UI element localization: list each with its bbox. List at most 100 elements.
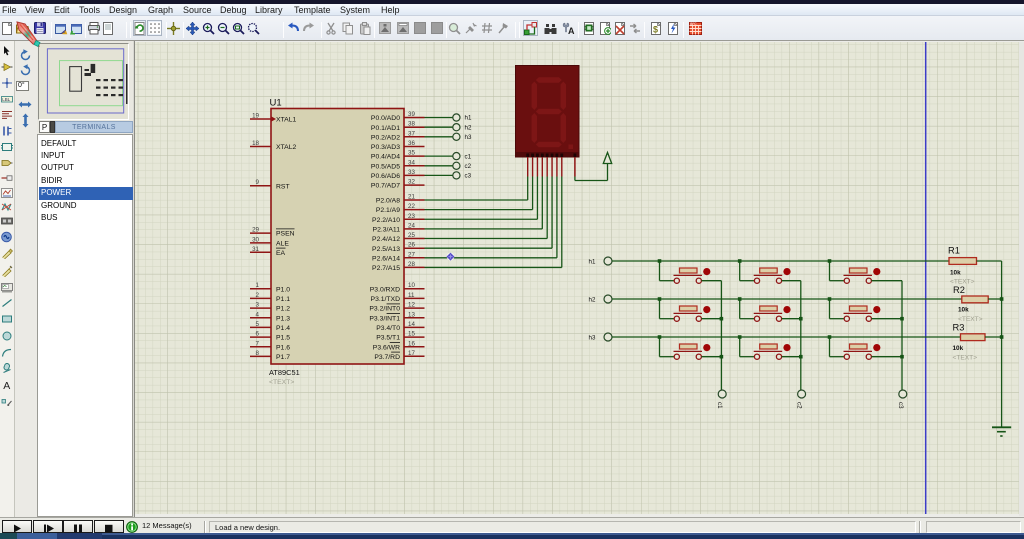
svg-text:RST: RST: [276, 183, 290, 190]
svg-text:P2.7/A15: P2.7/A15: [372, 265, 400, 272]
svg-text:P0.5/AD5: P0.5/AD5: [371, 163, 400, 170]
svg-text:22: 22: [408, 203, 415, 210]
svg-text:ALE: ALE: [276, 241, 289, 248]
svg-text:h2: h2: [465, 124, 472, 131]
svg-text:7: 7: [256, 340, 260, 347]
svg-text:P1.0: P1.0: [276, 286, 290, 293]
svg-text:<TEXT>: <TEXT>: [953, 355, 978, 362]
svg-text:PSEN: PSEN: [276, 231, 295, 238]
svg-text:10k: 10k: [953, 345, 964, 352]
svg-text:12: 12: [408, 302, 415, 309]
svg-text:h3: h3: [465, 134, 472, 141]
svg-text:LBL: LBL: [2, 97, 10, 102]
svg-text:P2.3/A11: P2.3/A11: [373, 227, 401, 234]
svg-text:18: 18: [252, 140, 259, 147]
svg-text:P2.4/A12: P2.4/A12: [372, 236, 400, 243]
svg-text:14: 14: [408, 321, 415, 328]
svg-text:P0.2/AD2: P0.2/AD2: [371, 134, 400, 141]
svg-text:13: 13: [408, 311, 415, 318]
svg-text:A: A: [3, 380, 10, 391]
svg-text:c2: c2: [796, 402, 803, 409]
svg-text:h1: h1: [465, 115, 472, 122]
svg-text:c3: c3: [897, 402, 904, 409]
svg-text:c1: c1: [716, 402, 723, 409]
svg-text:29: 29: [252, 227, 259, 234]
svg-text:2: 2: [256, 292, 260, 299]
svg-text:39: 39: [408, 111, 415, 118]
svg-text:AT89C51: AT89C51: [269, 368, 300, 377]
svg-text:28: 28: [408, 261, 415, 268]
svg-text:26: 26: [408, 242, 415, 249]
svg-text:c3: c3: [465, 173, 472, 180]
svg-text:U1: U1: [270, 98, 282, 109]
svg-text:P3.3/INT1: P3.3/INT1: [369, 315, 400, 322]
svg-text:R2: R2: [953, 285, 965, 295]
svg-text:EA: EA: [276, 250, 286, 257]
svg-text:P2.0/A8: P2.0/A8: [376, 198, 400, 205]
svg-text:P3.0/RXD: P3.0/RXD: [370, 286, 400, 293]
svg-text:35: 35: [408, 150, 415, 157]
svg-text:15: 15: [408, 331, 415, 338]
svg-text:P0.0/AD0: P0.0/AD0: [371, 115, 400, 122]
svg-text:31: 31: [252, 246, 259, 253]
svg-text:32: 32: [408, 179, 415, 186]
svg-text:3: 3: [256, 302, 260, 309]
svg-text:11: 11: [408, 292, 415, 299]
svg-text:P1.1: P1.1: [276, 296, 290, 303]
svg-text:R3: R3: [953, 323, 965, 333]
svg-text:30: 30: [252, 236, 259, 243]
svg-text:10k: 10k: [950, 270, 961, 277]
svg-text:XTAL2: XTAL2: [276, 144, 296, 151]
svg-text:5: 5: [256, 321, 260, 328]
svg-text:<TEXT>: <TEXT>: [269, 379, 294, 386]
svg-text:P0.6/AD6: P0.6/AD6: [371, 173, 400, 180]
svg-text:33: 33: [408, 169, 415, 176]
svg-text:10k: 10k: [958, 307, 969, 314]
svg-text:P0.7/AD7: P0.7/AD7: [371, 183, 400, 190]
svg-text:4: 4: [256, 311, 260, 318]
svg-text:8: 8: [256, 350, 260, 357]
svg-text:c1: c1: [465, 153, 472, 160]
svg-text:P2.2/A10: P2.2/A10: [372, 217, 400, 224]
svg-text:24: 24: [408, 222, 415, 229]
svg-text:P3.1/TXD: P3.1/TXD: [371, 296, 401, 303]
svg-text:P2.6/A14: P2.6/A14: [372, 255, 400, 262]
svg-text:6: 6: [256, 331, 260, 338]
svg-text:P1.6: P1.6: [276, 344, 290, 351]
svg-text:h2: h2: [589, 296, 596, 303]
svg-text:36: 36: [408, 140, 415, 147]
svg-text:A: A: [568, 26, 575, 35]
svg-text:P0.3/AD3: P0.3/AD3: [371, 144, 400, 151]
svg-text:P1.5: P1.5: [276, 335, 290, 342]
svg-text:23: 23: [408, 213, 415, 220]
svg-text:P2.1/A9: P2.1/A9: [376, 207, 400, 214]
svg-text:P2.5/A13: P2.5/A13: [372, 246, 400, 253]
svg-text:P3.4/T0: P3.4/T0: [376, 325, 400, 332]
svg-text:16: 16: [408, 340, 415, 347]
svg-text:P0.4/AD4: P0.4/AD4: [371, 154, 400, 161]
svg-text:c2: c2: [465, 163, 472, 170]
svg-text:P3.5/T1: P3.5/T1: [376, 335, 400, 342]
svg-text:P1.7: P1.7: [276, 354, 290, 361]
svg-text:17: 17: [408, 350, 415, 357]
svg-text:P1.4: P1.4: [276, 325, 290, 332]
svg-text:27: 27: [408, 251, 415, 258]
svg-text:25: 25: [408, 232, 415, 239]
svg-text:R1: R1: [948, 246, 960, 256]
svg-text:P1.2: P1.2: [276, 306, 290, 313]
svg-text:P3.6/WR: P3.6/WR: [373, 344, 400, 351]
svg-text:h3: h3: [589, 334, 596, 341]
svg-text:1: 1: [256, 282, 260, 289]
svg-text:37: 37: [408, 130, 415, 137]
svg-text:21: 21: [408, 194, 415, 201]
svg-text:34: 34: [408, 159, 415, 166]
svg-text:P3.7/RD: P3.7/RD: [374, 354, 400, 361]
svg-text:P3.2/INT0: P3.2/INT0: [369, 306, 400, 313]
svg-text:$: $: [653, 25, 658, 35]
svg-text:P1.3: P1.3: [276, 315, 290, 322]
svg-text:10: 10: [408, 282, 415, 289]
svg-text:h1: h1: [589, 258, 596, 265]
svg-text:BFC: BFC: [691, 22, 698, 26]
svg-text:38: 38: [408, 121, 415, 128]
svg-text:XTAL1: XTAL1: [276, 117, 296, 124]
